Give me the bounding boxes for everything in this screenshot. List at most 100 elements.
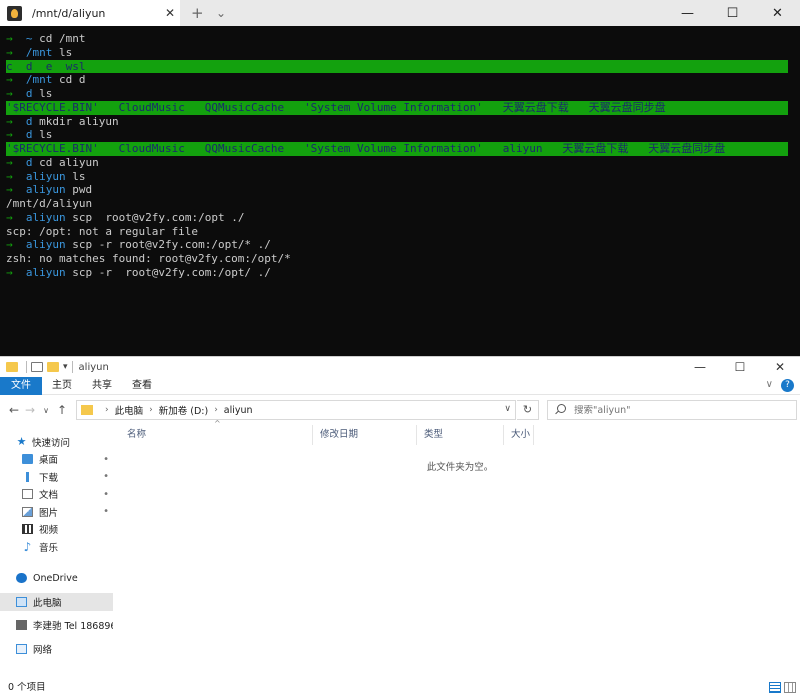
- prompt-directory: aliyun: [25, 183, 66, 197]
- pin-icon[interactable]: •: [103, 454, 109, 465]
- breadcrumb-separator[interactable]: ›: [214, 405, 218, 415]
- tab-view[interactable]: 查看: [122, 377, 162, 395]
- this-pc-icon: [16, 596, 27, 607]
- address-bar[interactable]: › 此电脑 › 新加卷 (D:) › aliyun ∨: [76, 400, 516, 420]
- expand-ribbon-icon[interactable]: ∨: [766, 379, 773, 392]
- quick-access-dropdown-icon[interactable]: ▾: [63, 362, 68, 372]
- desktop-icon: [22, 454, 33, 465]
- sidebar-item-label: 文档: [39, 490, 59, 502]
- sidebar-item-4[interactable]: 图片 •: [0, 503, 113, 521]
- item-count: 0 个项目: [8, 682, 46, 693]
- sidebar-item-label: 此电脑: [33, 597, 62, 609]
- column-date-modified[interactable]: 修改日期: [313, 425, 417, 445]
- search-box[interactable]: [547, 400, 797, 420]
- sidebar-item-5[interactable]: 视频: [0, 521, 113, 539]
- maximize-button[interactable]: ☐: [710, 0, 755, 26]
- network-icon: [16, 643, 27, 654]
- terminal-window[interactable]: /mnt/d/aliyun ✕ + ⌄ — ☐ ✕ → ~ cd /mnt → /…: [0, 0, 800, 356]
- sidebar-item-6[interactable]: ♪ 音乐: [0, 538, 113, 556]
- sidebar-item-2[interactable]: 下载 •: [0, 468, 113, 486]
- command-text: mkdir aliyun: [39, 114, 119, 128]
- maximize-button[interactable]: ☐: [720, 357, 760, 377]
- navigation-pane: ★ 快速访问 桌面 • 下载 • 文档 • 图片 • 视频 ♪ 音乐 OneDrive 此电脑 李建驰 Tel…: [0, 425, 113, 678]
- terminal-line: → aliyun scp -r root@v2fy.com:/opt/ ./: [6, 266, 800, 280]
- new-tab-button[interactable]: +: [191, 4, 204, 22]
- terminal-tab[interactable]: /mnt/d/aliyun ✕: [0, 0, 180, 26]
- breadcrumb-aliyun[interactable]: aliyun: [224, 405, 253, 416]
- terminal-output[interactable]: → ~ cd /mnt → /mnt ls c d e wsl → /mnt cd d…: [0, 26, 800, 356]
- pin-icon[interactable]: •: [103, 506, 109, 517]
- breadcrumb-separator[interactable]: ›: [105, 405, 109, 415]
- prompt-arrow-icon: →: [6, 32, 13, 45]
- minimize-button[interactable]: —: [680, 357, 720, 377]
- terminal-line: scp: /opt: not a regular file: [6, 225, 800, 239]
- prompt-arrow-icon: →: [6, 87, 13, 100]
- breadcrumb-this-pc[interactable]: 此电脑: [115, 403, 144, 417]
- sidebar-item-1[interactable]: 桌面 •: [0, 451, 113, 469]
- close-window-button[interactable]: ✕: [760, 357, 800, 377]
- help-icon[interactable]: ?: [781, 379, 794, 392]
- onedrive-icon: [16, 573, 27, 584]
- column-size[interactable]: 大小: [504, 425, 534, 445]
- prompt-directory: d: [25, 128, 33, 142]
- explorer-main: ★ 快速访问 桌面 • 下载 • 文档 • 图片 • 视频 ♪ 音乐 OneDrive 此电脑 李建驰 Tel…: [0, 419, 800, 678]
- command-output: scp: /opt: not a regular file: [6, 224, 199, 238]
- terminal-line: → aliyun scp -r root@v2fy.com:/opt/* ./: [6, 238, 800, 252]
- column-type[interactable]: 类型: [417, 425, 504, 445]
- up-arrow-icon[interactable]: ↑: [54, 403, 70, 417]
- directory-entry: 天翼云盘下载: [562, 142, 629, 155]
- large-icons-view-icon[interactable]: [784, 682, 796, 693]
- address-dropdown-icon[interactable]: ∨: [504, 404, 511, 414]
- directory-entry: QQMusicCache: [204, 142, 285, 155]
- file-explorer-window[interactable]: ▾ aliyun — ☐ ✕ 文件 主页 共享 查看 ∨ ? ← → ∨ ↑ ›…: [0, 356, 800, 694]
- tab-file[interactable]: 文件: [0, 376, 42, 395]
- pin-icon[interactable]: •: [103, 471, 109, 482]
- sidebar-item-0[interactable]: ★ 快速访问: [0, 433, 113, 451]
- empty-folder-message: 此文件夹为空。: [426, 462, 494, 473]
- sidebar-item-7[interactable]: OneDrive: [0, 570, 113, 588]
- directory-entry: 'System Volume Information': [304, 142, 483, 155]
- prompt-directory: aliyun: [25, 238, 66, 252]
- prompt-arrow-icon: →: [6, 265, 13, 279]
- sidebar-item-10[interactable]: 网络: [0, 640, 113, 658]
- terminal-line: → d ls: [6, 128, 800, 142]
- column-name[interactable]: 名称: [120, 425, 313, 445]
- tab-share[interactable]: 共享: [82, 377, 122, 395]
- breadcrumb-separator[interactable]: ›: [149, 405, 153, 415]
- prompt-directory: aliyun: [25, 169, 66, 183]
- terminal-line: c d e wsl: [6, 59, 800, 74]
- refresh-icon[interactable]: ↻: [517, 400, 539, 420]
- tab-dropdown-button[interactable]: ⌄: [216, 4, 226, 22]
- sidebar-item-label: 音乐: [39, 542, 59, 554]
- pin-icon[interactable]: •: [103, 489, 109, 500]
- new-folder-icon[interactable]: [47, 362, 59, 372]
- tab-home[interactable]: 主页: [42, 377, 82, 395]
- breadcrumb-drive-d[interactable]: 新加卷 (D:): [159, 403, 208, 417]
- sidebar-item-8[interactable]: 此电脑: [0, 593, 113, 611]
- minimize-button[interactable]: —: [665, 0, 710, 26]
- folder-icon: [81, 405, 93, 415]
- command-text: ls: [72, 169, 86, 183]
- sidebar-item-3[interactable]: 文档 •: [0, 486, 113, 504]
- terminal-line: → d mkdir aliyun: [6, 115, 800, 129]
- terminal-line: → ~ cd /mnt: [6, 32, 800, 46]
- recent-locations-icon[interactable]: ∨: [38, 406, 54, 415]
- sidebar-item-label: 下载: [39, 472, 59, 484]
- directory-entry: 天翼云盘下载: [502, 100, 569, 114]
- details-view-icon[interactable]: [769, 682, 781, 693]
- close-window-button[interactable]: ✕: [755, 0, 800, 26]
- divider: [26, 361, 27, 373]
- command-text: pwd: [72, 183, 93, 197]
- back-arrow-icon[interactable]: ←: [6, 403, 22, 417]
- search-input[interactable]: [574, 404, 774, 416]
- ls-output-row: '$RECYCLE.BIN' CloudMusic QQMusicCache '…: [6, 142, 788, 156]
- forward-arrow-icon[interactable]: →: [22, 403, 38, 417]
- properties-icon[interactable]: [31, 362, 43, 372]
- close-tab-icon[interactable]: ✕: [160, 6, 180, 20]
- prompt-arrow-icon: →: [6, 169, 13, 183]
- sidebar-item-9[interactable]: 李建驰 Tel 1868962: [0, 617, 113, 635]
- drive-icon: [16, 620, 27, 631]
- file-list[interactable]: ^ 名称 修改日期 类型 大小 此文件夹为空。: [120, 419, 800, 678]
- video-icon: [22, 524, 33, 535]
- search-icon: [554, 404, 566, 416]
